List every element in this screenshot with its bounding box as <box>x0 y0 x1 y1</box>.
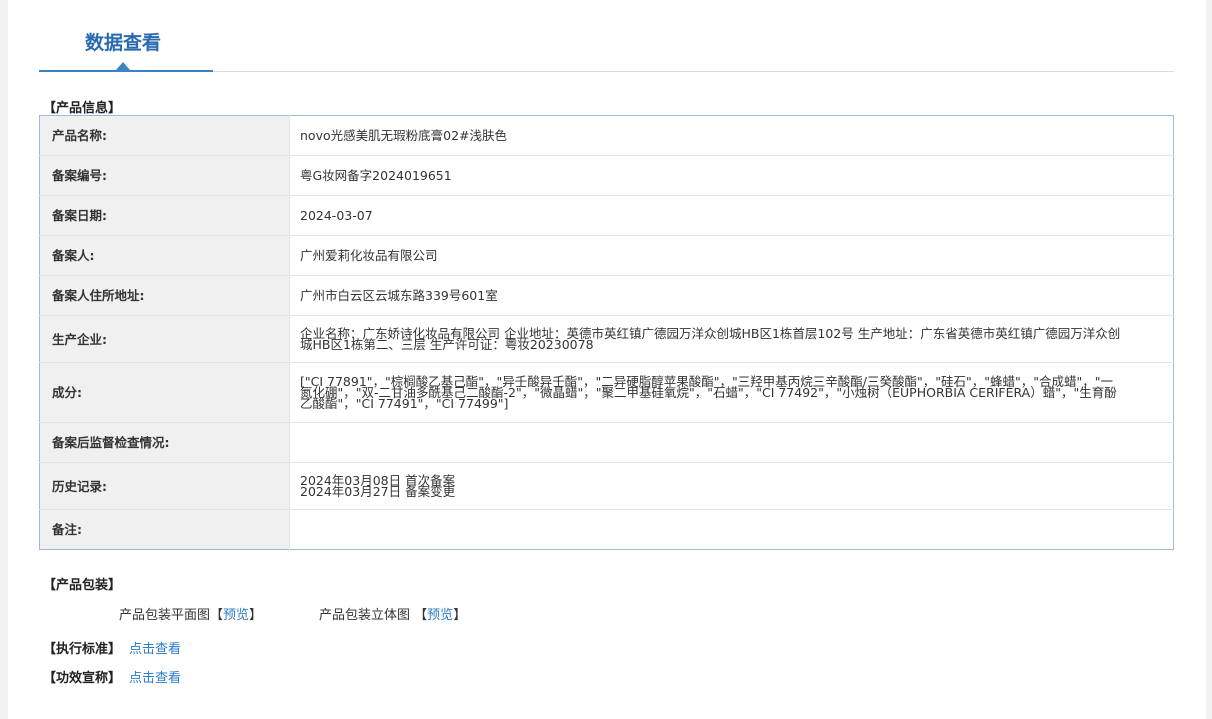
row-label: 生产企业: <box>39 315 290 363</box>
row-label: 历史记录: <box>39 462 290 510</box>
table-row: 生产企业: 企业名称：广东娇诗化妆品有限公司 企业地址：英德市英红镇广德园万洋众… <box>39 315 1174 363</box>
section-title-product-info: 【产品信息】 <box>43 101 122 116</box>
row-value: 企业名称：广东娇诗化妆品有限公司 企业地址：英德市英红镇广德园万洋众创城HB区1… <box>289 315 1174 363</box>
table-row: 历史记录: 2024年03月08日 首次备案 2024年03月27日 备案变更 <box>39 462 1174 510</box>
tab-bar: 数据查看 <box>39 0 1174 72</box>
row-value: 2024年03月08日 首次备案 2024年03月27日 备案变更 <box>289 462 1174 510</box>
row-value: ["CI 77891"，"棕榈酸乙基己酯"，"异壬酸异壬酯"，"二异硬脂醇苹果酸… <box>289 362 1174 423</box>
row-label: 产品名称: <box>39 115 290 156</box>
packaging-solid-label: 产品包装立体图 <box>319 608 411 623</box>
caret-up-icon <box>116 62 130 70</box>
row-value: 广州爱莉化妆品有限公司 <box>289 235 1174 276</box>
row-label: 成分: <box>39 362 290 423</box>
bracket-open: 【 <box>414 608 428 623</box>
history-entry: 2024年03月27日 备案变更 <box>300 484 456 499</box>
standard-row: 【执行标准】 点击查看 <box>43 638 181 657</box>
table-row: 备案编号: 粤G妆网备字2024019651 <box>39 155 1174 196</box>
packaging-flat-label: 产品包装平面图 <box>119 608 211 623</box>
row-value <box>289 422 1174 463</box>
table-row: 备案人: 广州爱莉化妆品有限公司 <box>39 235 1174 276</box>
row-label: 备案后监督检查情况: <box>39 422 290 463</box>
efficacy-view-link[interactable]: 点击查看 <box>129 671 181 686</box>
table-row: 产品名称: novo光感美肌无瑕粉底膏02#浅肤色 <box>39 115 1174 156</box>
tab-data-view[interactable]: 数据查看 <box>39 0 213 72</box>
row-label: 备案人住所地址: <box>39 275 290 316</box>
row-label: 备案人: <box>39 235 290 276</box>
efficacy-row: 【功效宣称】 点击查看 <box>43 667 181 686</box>
row-label: 备注: <box>39 509 290 550</box>
table-row: 成分: ["CI 77891"，"棕榈酸乙基己酯"，"异壬酸异壬酯"，"二异硬脂… <box>39 362 1174 423</box>
row-value <box>290 510 1174 550</box>
row-value: 2024-03-07 <box>289 195 1174 236</box>
efficacy-title: 【功效宣称】 <box>43 671 122 686</box>
standard-title: 【执行标准】 <box>43 642 122 657</box>
preview-solid-link[interactable]: 预览 <box>427 608 453 623</box>
bracket-close: 】 <box>453 608 467 623</box>
table-row: 备案日期: 2024-03-07 <box>39 195 1174 236</box>
page: 数据查看 【产品信息】 产品名称: novo光感美肌无瑕粉底膏02#浅肤色 备案… <box>8 0 1206 719</box>
bracket-close: 】 <box>249 608 263 623</box>
table-row: 备案后监督检查情况: <box>39 422 1174 463</box>
row-value: 广州市白云区云城东路339号601室 <box>289 275 1174 316</box>
bracket-open: 【 <box>210 608 224 623</box>
preview-flat-link[interactable]: 预览 <box>223 608 249 623</box>
product-info-table: 产品名称: novo光感美肌无瑕粉底膏02#浅肤色 备案编号: 粤G妆网备字20… <box>39 115 1174 550</box>
row-value: novo光感美肌无瑕粉底膏02#浅肤色 <box>289 115 1174 156</box>
table-row: 备案人住所地址: 广州市白云区云城东路339号601室 <box>39 275 1174 316</box>
table-row: 备注: <box>39 509 1174 550</box>
row-value: 粤G妆网备字2024019651 <box>289 155 1174 196</box>
packaging-solid-item: 产品包装立体图 【预览】 <box>319 604 466 623</box>
tab-label: 数据查看 <box>85 32 162 54</box>
row-label: 备案日期: <box>39 195 290 236</box>
packaging-flat-item: 产品包装平面图【预览】 <box>119 604 262 623</box>
section-title-packaging: 【产品包装】 <box>43 578 122 593</box>
row-label: 备案编号: <box>39 155 290 196</box>
standard-view-link[interactable]: 点击查看 <box>129 642 181 657</box>
